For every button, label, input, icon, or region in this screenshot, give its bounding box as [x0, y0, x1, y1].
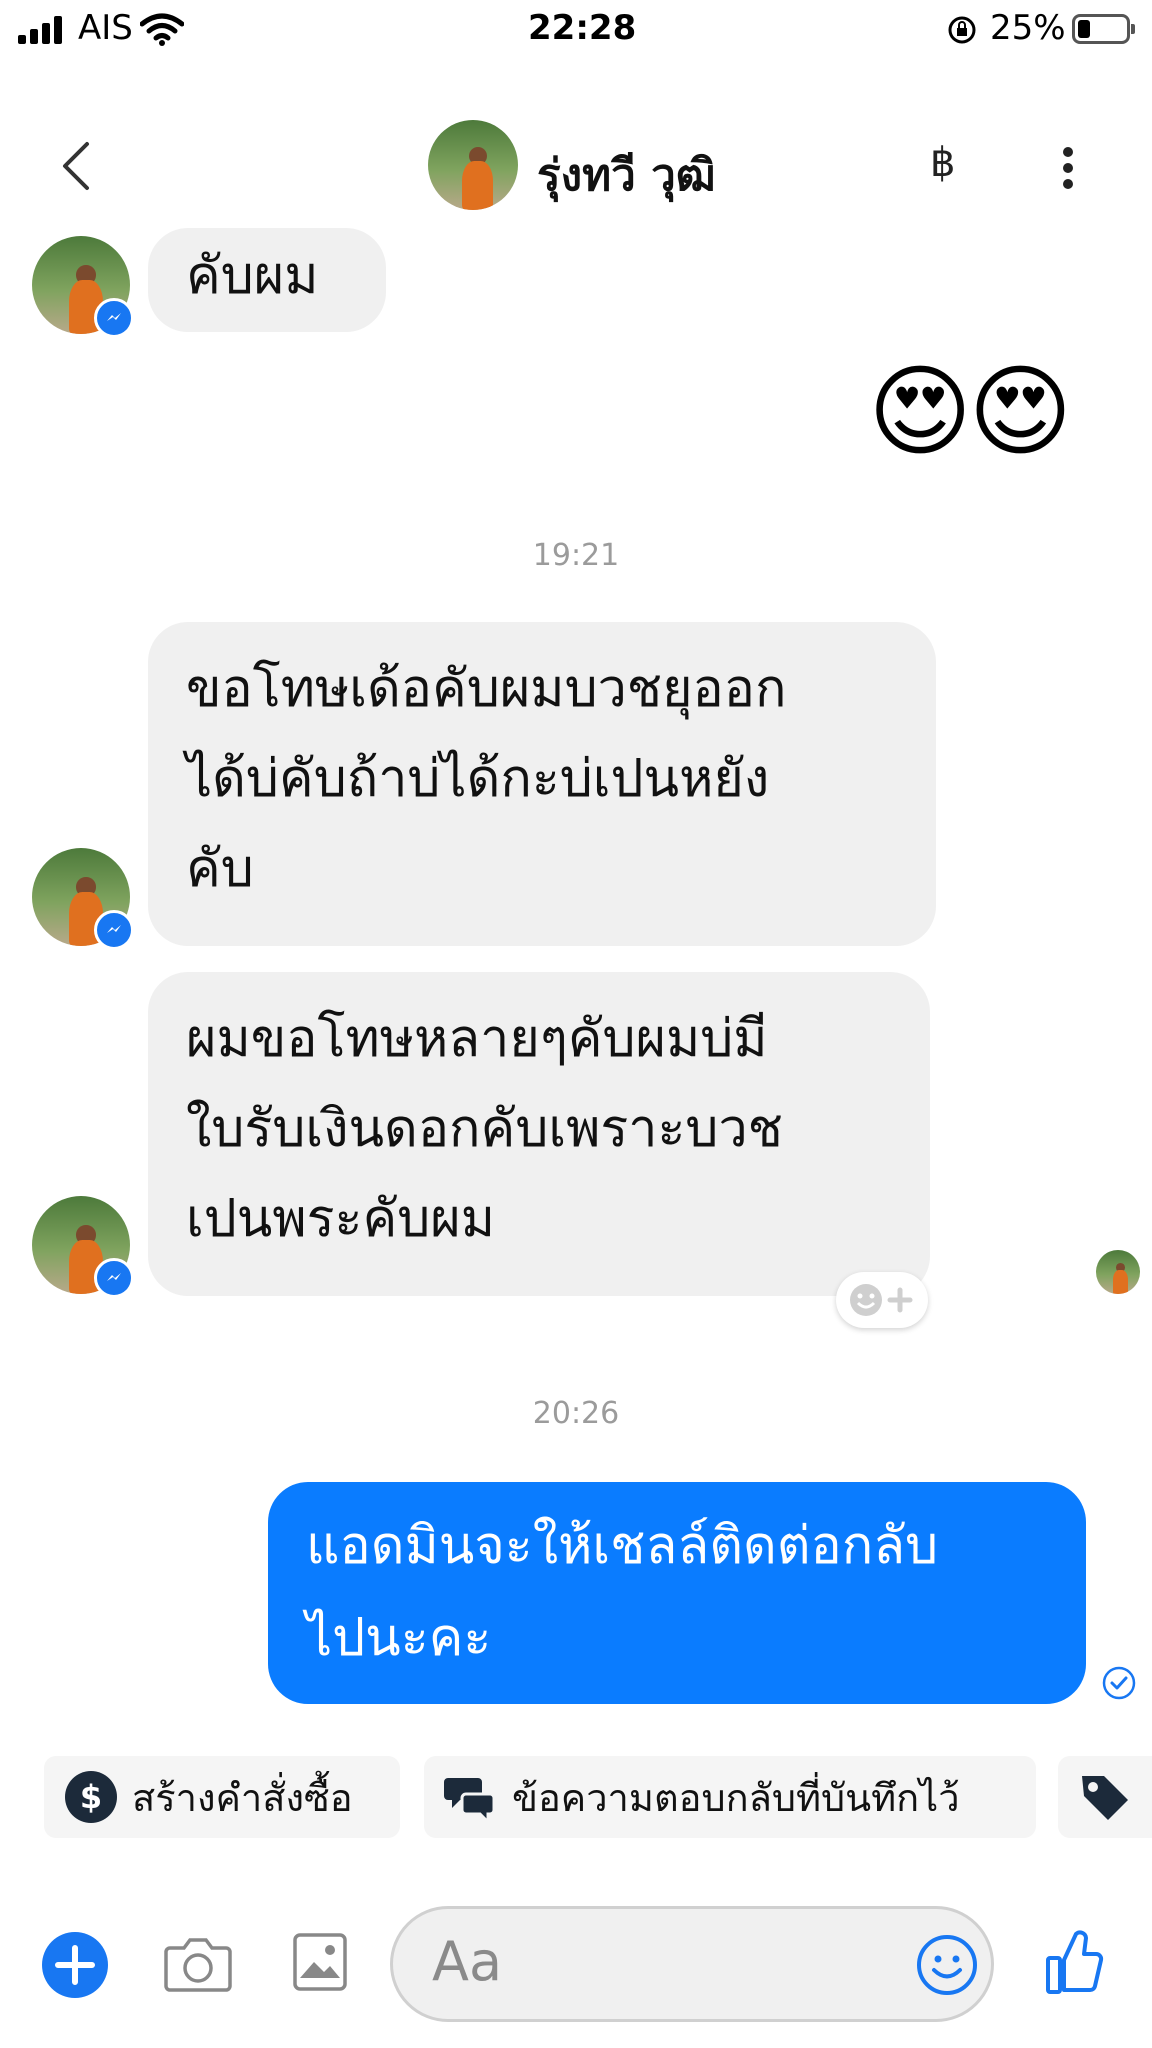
rotation-lock-icon [948, 16, 976, 44]
emoji-icon[interactable] [916, 1934, 978, 1996]
message-line: แอดมินจะให้เชลล์ติดต่อกลับ [306, 1516, 939, 1576]
tag-icon [1082, 1776, 1128, 1820]
payment-icon[interactable]: ฿ [930, 140, 955, 186]
contact-name[interactable]: รุ่งทวี วุฒิ [537, 140, 716, 210]
camera-icon[interactable] [164, 1934, 232, 1994]
message-line: ใบรับเงินดอกคับเพราะบวช [186, 1099, 783, 1159]
chat-bubbles-icon [444, 1778, 496, 1824]
more-vertical-icon[interactable] [1058, 145, 1078, 191]
battery-icon [1072, 14, 1135, 44]
seen-avatar [1096, 1250, 1140, 1294]
message-bubble-outgoing[interactable]: แอดมินจะให้เชลล์ติดต่อกลับ ไปนะคะ [268, 1482, 1086, 1704]
status-bar: AIS 22:28 25% [0, 0, 1152, 60]
message-line: ขอโทษเด้อคับผมบวชยุออก [186, 659, 787, 719]
carrier-label: AIS [78, 8, 133, 48]
chip-label: สร้างคำสั่งซื้อ [132, 1775, 353, 1820]
add-reaction-button[interactable] [836, 1272, 928, 1328]
dollar-circle-icon: $ [65, 1771, 117, 1823]
create-order-chip[interactable]: $ สร้างคำสั่งซื้อ [44, 1756, 400, 1838]
message-line: ไปนะคะ [306, 1608, 492, 1668]
message-bubble-incoming[interactable]: ผมขอโทษหลายๆคับผมบ่มี ใบรับเงินดอกคับเพร… [148, 972, 930, 1296]
message-bubble-incoming[interactable]: ขอโทษเด้อคับผมบวชยุออก ได้บ่คับถ้าบ่ได้ก… [148, 622, 936, 946]
message-line: ผมขอโทษหลายๆคับผมบ่มี [186, 1009, 768, 1069]
messenger-badge-icon [94, 910, 134, 950]
chip-label: ข้อความตอบกลับที่บันทึกไว้ [512, 1775, 960, 1820]
battery-percent: 25% [990, 8, 1066, 48]
signal-icon [18, 16, 66, 44]
sent-check-icon [1102, 1666, 1136, 1700]
message-line: ได้บ่คับถ้าบ่ได้กะบ่เปนหยัง [186, 749, 770, 809]
timestamp: 19:21 [532, 538, 620, 573]
timestamp: 20:26 [532, 1396, 620, 1431]
image-icon[interactable] [292, 1932, 348, 1992]
svg-text:$: $ [80, 1778, 102, 1816]
clock: 22:28 [528, 8, 637, 48]
tag-chip[interactable] [1058, 1756, 1152, 1838]
saved-replies-chip[interactable]: ข้อความตอบกลับที่บันทึกไว้ [424, 1756, 1036, 1838]
emoji-plus-icon [850, 1284, 913, 1316]
thumbs-up-icon[interactable] [1044, 1928, 1104, 1996]
wifi-icon [140, 13, 184, 46]
chevron-left-icon[interactable] [55, 140, 95, 192]
message-emoji-outgoing[interactable]: 😍😍 [868, 352, 1072, 472]
message-input-placeholder: Aa [432, 1930, 503, 1993]
message-line: เปนพระคับผม [186, 1189, 496, 1249]
messenger-badge-icon [94, 298, 134, 338]
messenger-badge-icon [94, 1258, 134, 1298]
plus-circle-icon[interactable] [40, 1930, 110, 2000]
message-bubble-incoming[interactable]: คับผม [148, 228, 386, 332]
contact-avatar[interactable] [428, 120, 518, 210]
message-line: คับ [186, 839, 254, 899]
